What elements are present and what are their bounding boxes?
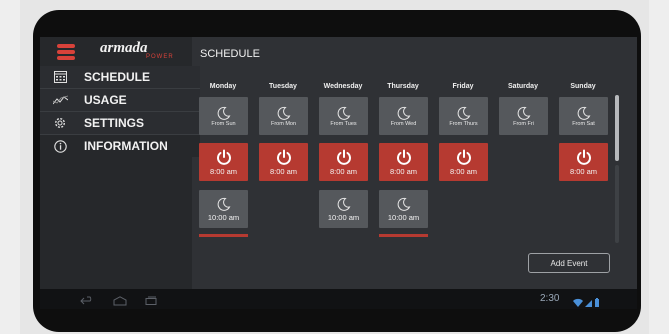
sleep-time-tile-wednesday[interactable]: 10:00 am	[319, 190, 368, 228]
tile-caption: From Tues	[330, 120, 357, 127]
moon-icon	[457, 106, 470, 120]
power-icon	[396, 149, 411, 165]
sleep-tile-saturday[interactable]: From Fri	[499, 97, 548, 135]
sidebar-item-schedule[interactable]: SCHEDULE	[40, 66, 200, 89]
power-icon	[276, 149, 291, 165]
day-header-saturday: Saturday	[508, 83, 538, 90]
status-icons	[573, 295, 603, 307]
day-header-sunday: Sunday	[570, 83, 596, 90]
sleep-tile-wednesday[interactable]: From Tues	[319, 97, 368, 135]
power-icon	[216, 149, 231, 165]
tile-time: 10:00 am	[327, 212, 360, 222]
sidebar-item-information[interactable]: INFORMATION	[40, 135, 200, 157]
power-tile-friday[interactable]: 8:00 am	[439, 143, 488, 181]
tile-time: 10:00 am	[387, 212, 420, 222]
tile-time: 8:00 am	[329, 166, 358, 176]
app-screen: armada POWER SCHEDULE USAGE SETTINGS INF…	[40, 37, 637, 289]
status-clock: 2:30	[540, 293, 560, 304]
tile-time: 8:00 am	[569, 166, 598, 176]
tile-caption: From Wed	[390, 120, 417, 127]
logo-row: armada POWER	[40, 37, 192, 65]
power-tile-wednesday[interactable]: 8:00 am	[319, 143, 368, 181]
sidebar-item-label: INFORMATION	[84, 139, 168, 153]
chart-line-icon	[52, 92, 68, 108]
scrollbar-track[interactable]	[615, 165, 619, 243]
day-header-friday: Friday	[452, 83, 474, 90]
signal-icon	[585, 300, 592, 307]
sidebar-item-label: SCHEDULE	[84, 70, 151, 84]
info-icon	[52, 138, 68, 154]
day-header-thursday: Thursday	[387, 83, 419, 90]
sidebar-item-usage[interactable]: USAGE	[40, 89, 200, 112]
moon-icon	[337, 197, 350, 211]
tile-time: 10:00 am	[207, 212, 240, 222]
day-header-tuesday: Tuesday	[269, 83, 297, 90]
sleep-tile-friday[interactable]: From Thurs	[439, 97, 488, 135]
sidebar-item-settings[interactable]: SETTINGS	[40, 112, 200, 135]
power-icon	[336, 149, 351, 165]
wifi-icon	[573, 298, 583, 307]
sleep-tile-thursday[interactable]: From Wed	[379, 97, 428, 135]
brand-logo-sub: POWER	[146, 54, 174, 60]
scrollbar-thumb[interactable]	[615, 95, 619, 161]
power-tile-thursday[interactable]: 8:00 am	[379, 143, 428, 181]
power-tile-monday[interactable]: 8:00 am	[199, 143, 248, 181]
page-title: SCHEDULE	[200, 48, 260, 60]
tile-caption: From Fri	[513, 120, 534, 127]
power-icon	[456, 149, 471, 165]
moon-icon	[397, 106, 410, 120]
tile-time: 8:00 am	[449, 166, 478, 176]
event-marker-thursday	[379, 234, 428, 237]
system-navigation-bar: 2:30	[40, 289, 637, 309]
moon-icon	[577, 106, 590, 120]
moon-icon	[277, 106, 290, 120]
day-header-monday: Monday	[209, 83, 237, 90]
recent-apps-icon[interactable]	[144, 293, 158, 311]
calendar-icon	[52, 69, 68, 85]
tile-caption: From Mon	[270, 120, 297, 127]
day-header-wednesday: Wednesday	[323, 83, 363, 90]
back-icon[interactable]	[80, 293, 94, 311]
moon-icon	[397, 197, 410, 211]
add-event-button[interactable]: Add Event	[528, 253, 610, 273]
event-marker-monday	[199, 234, 248, 237]
sleep-time-tile-thursday[interactable]: 10:00 am	[379, 190, 428, 228]
tile-time: 8:00 am	[269, 166, 298, 176]
sidebar-item-label: SETTINGS	[84, 116, 145, 130]
sidebar-item-label: USAGE	[84, 93, 127, 107]
sidebar: armada POWER SCHEDULE USAGE SETTINGS INF…	[40, 37, 200, 289]
moon-icon	[217, 197, 230, 211]
sleep-tile-monday[interactable]: From Sun	[199, 97, 248, 135]
tile-time: 8:00 am	[209, 166, 238, 176]
menu-icon[interactable]	[57, 44, 75, 60]
sleep-time-tile-monday[interactable]: 10:00 am	[199, 190, 248, 228]
power-tile-sunday[interactable]: 8:00 am	[559, 143, 608, 181]
tile-time: 8:00 am	[389, 166, 418, 176]
tile-caption: From Sat	[572, 120, 595, 127]
gear-icon	[52, 115, 68, 131]
tile-caption: From Sun	[211, 120, 236, 127]
battery-icon	[595, 298, 599, 307]
moon-icon	[217, 106, 230, 120]
moon-icon	[517, 106, 530, 120]
home-icon[interactable]	[112, 293, 128, 311]
moon-icon	[337, 106, 350, 120]
sleep-tile-sunday[interactable]: From Sat	[559, 97, 608, 135]
brand-logo: armada	[100, 40, 148, 56]
power-tile-tuesday[interactable]: 8:00 am	[259, 143, 308, 181]
sleep-tile-tuesday[interactable]: From Mon	[259, 97, 308, 135]
power-icon	[576, 149, 591, 165]
tile-caption: From Thurs	[449, 120, 478, 127]
